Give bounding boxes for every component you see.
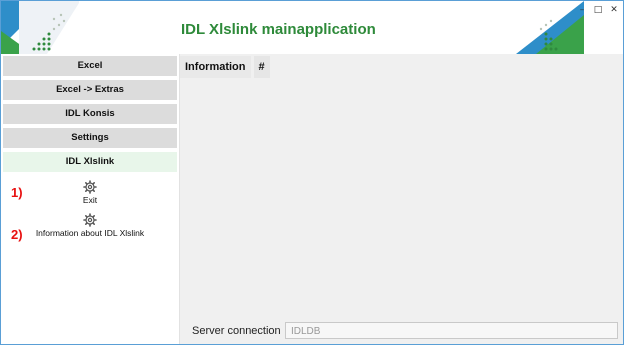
- sidebar-item-idl-konsis[interactable]: IDL Konsis: [3, 104, 177, 124]
- gear-icon: [83, 180, 97, 194]
- exit-action[interactable]: Exit: [1, 180, 179, 205]
- main-panel: Information # Server connection IDLDB: [180, 54, 623, 344]
- server-connection-field[interactable]: IDLDB: [285, 322, 618, 339]
- app-window: IDL Xlslink mainapplication – □ ✕ Excel …: [0, 0, 624, 345]
- sidebar-item-settings[interactable]: Settings: [3, 128, 177, 148]
- sidebar-item-idl-xlslink[interactable]: IDL Xlslink: [3, 152, 177, 172]
- tab-bar: Information #: [180, 56, 270, 78]
- close-button[interactable]: ✕: [609, 5, 619, 15]
- tab-information[interactable]: Information: [180, 56, 251, 78]
- sidebar-item-excel-extras[interactable]: Excel -> Extras: [3, 80, 177, 100]
- logo-right: [516, 1, 584, 54]
- tab-hash[interactable]: #: [253, 56, 270, 78]
- gear-icon: [83, 213, 97, 227]
- information-label: Information about IDL Xlslink: [35, 228, 145, 238]
- maximize-button[interactable]: □: [593, 5, 603, 15]
- status-bar: Server connection IDLDB: [180, 320, 623, 344]
- header: IDL Xlslink mainapplication – □ ✕: [1, 1, 623, 54]
- minimize-button[interactable]: –: [577, 5, 587, 15]
- sidebar: Excel Excel -> Extras IDL Konsis Setting…: [1, 54, 180, 344]
- window-controls: – □ ✕: [577, 5, 619, 15]
- app-title: IDL Xlslink mainapplication: [181, 21, 376, 38]
- server-connection-label: Server connection: [192, 325, 281, 337]
- logo-left: [1, 1, 79, 54]
- exit-label: Exit: [82, 195, 98, 205]
- sidebar-item-excel[interactable]: Excel: [3, 56, 177, 76]
- information-action[interactable]: Information about IDL Xlslink: [1, 213, 179, 238]
